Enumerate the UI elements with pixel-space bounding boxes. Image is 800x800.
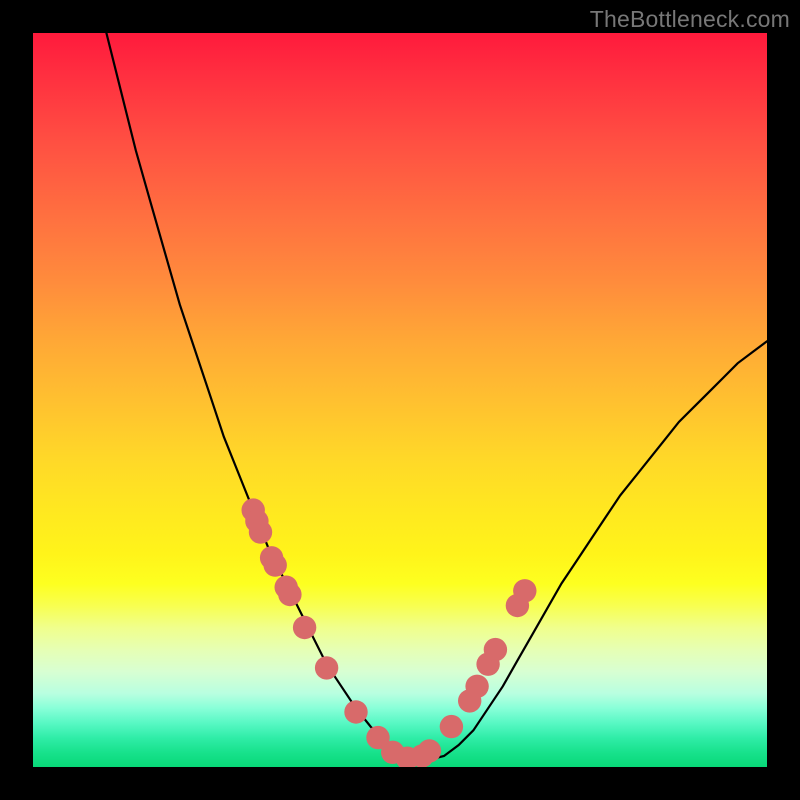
plot-area bbox=[33, 33, 767, 767]
data-point bbox=[418, 739, 441, 762]
data-point bbox=[249, 520, 272, 543]
marker-group bbox=[242, 498, 537, 767]
data-point bbox=[440, 715, 463, 738]
bottleneck-curve bbox=[106, 33, 767, 760]
data-point bbox=[278, 583, 301, 606]
data-point bbox=[484, 638, 507, 661]
data-point bbox=[264, 553, 287, 576]
chart-frame: TheBottleneck.com bbox=[0, 0, 800, 800]
data-point bbox=[315, 656, 338, 679]
data-point bbox=[344, 700, 367, 723]
chart-svg bbox=[33, 33, 767, 767]
watermark-text: TheBottleneck.com bbox=[590, 6, 790, 33]
data-point bbox=[465, 675, 488, 698]
data-point bbox=[513, 579, 536, 602]
data-point bbox=[293, 616, 316, 639]
